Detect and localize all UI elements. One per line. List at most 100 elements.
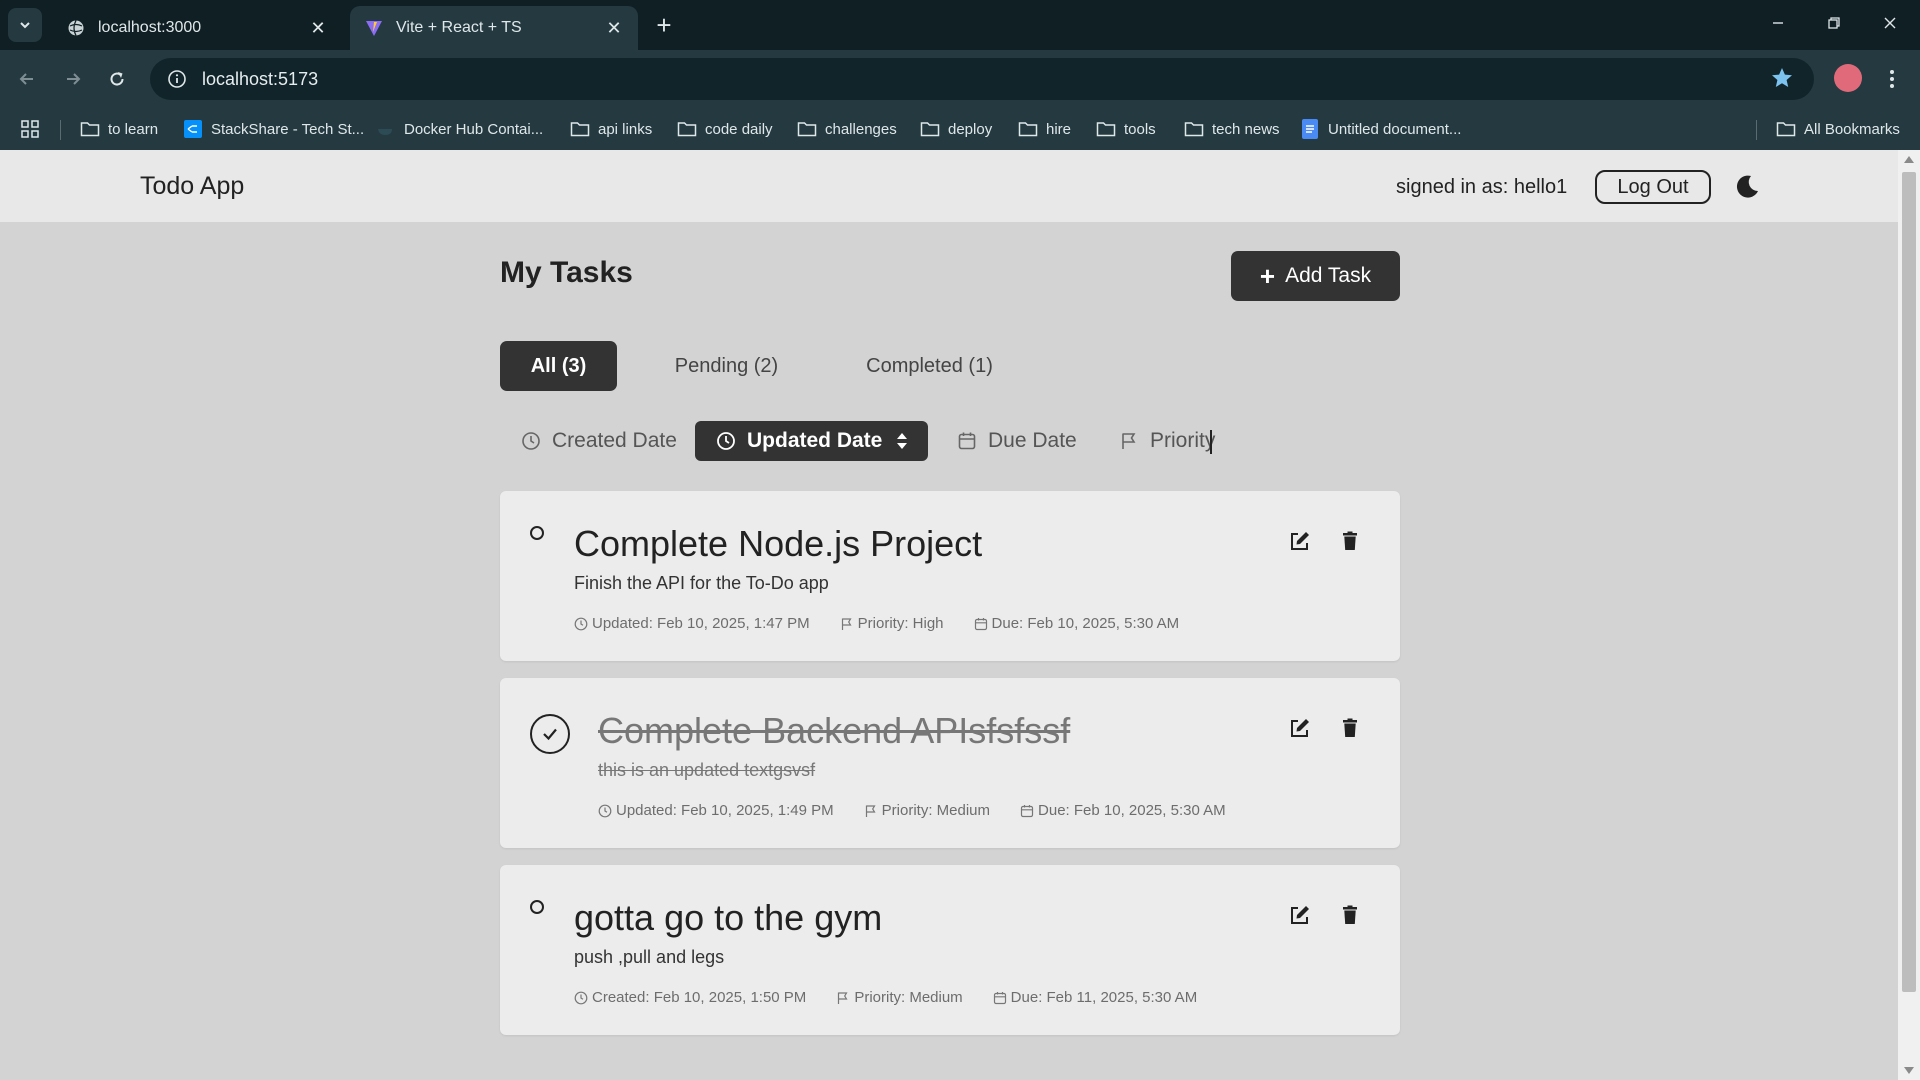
edit-icon <box>1291 532 1309 550</box>
bookmarks-divider <box>1756 120 1757 140</box>
filter-tab-all[interactable]: All (3) <box>500 341 617 391</box>
apps-grid-icon <box>21 120 39 138</box>
calendar-icon <box>993 991 1006 1004</box>
scroll-up-icon[interactable] <box>1904 156 1914 163</box>
folder-icon <box>1776 120 1796 138</box>
flag-icon <box>865 804 876 817</box>
delete-task-button[interactable] <box>1338 716 1362 740</box>
edit-task-button[interactable] <box>1288 903 1312 927</box>
bookmark-challenges[interactable]: challenges <box>797 116 897 142</box>
logout-button[interactable]: Log Out <box>1595 170 1711 204</box>
task-toggle-checkbox[interactable] <box>530 900 544 914</box>
bookmark-docker-hub[interactable]: Docker Hub Contai... <box>376 116 543 142</box>
add-task-label: Add Task <box>1285 264 1372 287</box>
sort-priority[interactable]: Priority <box>1118 421 1215 461</box>
app-brand[interactable]: Todo App <box>140 172 244 201</box>
clock-icon <box>574 617 588 630</box>
sort-due-date[interactable]: Due Date <box>956 421 1077 461</box>
bookmarks-divider <box>60 120 61 140</box>
calendar-icon <box>974 617 987 630</box>
bookmark-tech-news[interactable]: tech news <box>1184 116 1280 142</box>
calendar-icon <box>1020 804 1034 817</box>
profile-avatar[interactable] <box>1834 64 1862 92</box>
delete-task-button[interactable] <box>1338 529 1362 553</box>
theme-toggle-button[interactable] <box>1732 172 1762 202</box>
clock-icon <box>598 804 612 817</box>
sort-label: Priority <box>1150 429 1216 452</box>
folder-icon <box>797 120 817 138</box>
bookmark-star-icon[interactable] <box>1770 66 1796 92</box>
moon-icon <box>1736 175 1758 198</box>
bookmark-to-learn[interactable]: to learn <box>80 116 158 142</box>
edit-task-button[interactable] <box>1288 716 1312 740</box>
task-toggle-checkbox[interactable] <box>530 714 570 754</box>
tab-vite-react[interactable]: Vite + React + TS ✕ <box>350 6 638 50</box>
bookmark-label: code daily <box>705 120 773 138</box>
all-bookmarks-button[interactable]: All Bookmarks <box>1776 116 1900 142</box>
bookmark-code-daily[interactable]: code daily <box>677 116 773 142</box>
close-icon[interactable]: ✕ <box>308 18 328 38</box>
browser-menu-button[interactable] <box>1880 64 1904 94</box>
back-button[interactable] <box>10 62 44 96</box>
bookmark-label: to learn <box>108 120 159 138</box>
task-description: push ,pull and legs <box>574 947 725 967</box>
restore-button[interactable] <box>1806 0 1862 46</box>
window-close-button[interactable] <box>1862 0 1918 46</box>
chevron-down-icon <box>20 22 30 29</box>
filter-tab-completed[interactable]: Completed (1) <box>852 341 1007 391</box>
site-info-icon[interactable] <box>164 66 190 92</box>
bookmark-hire[interactable]: hire <box>1018 116 1071 142</box>
bookmark-tools[interactable]: tools <box>1096 116 1156 142</box>
tab-title: Vite + React + TS <box>396 19 522 36</box>
task-toggle-checkbox[interactable] <box>530 526 544 540</box>
text-cursor <box>1210 430 1212 454</box>
folder-icon <box>80 120 100 138</box>
tab-localhost-3000[interactable]: localhost:3000 ✕ <box>52 6 342 50</box>
bookmarks-bar: to learn StackShare - Tech St... Docker … <box>0 108 1920 150</box>
arrow-right-icon <box>67 73 81 85</box>
all-bookmarks-label: All Bookmarks <box>1804 120 1900 138</box>
scrollbar-thumb[interactable] <box>1902 172 1916 992</box>
bookmark-label: api links <box>598 120 653 138</box>
stackshare-icon <box>183 120 203 138</box>
globe-icon <box>66 18 86 38</box>
task-date: Updated: Feb 10, 2025, 1:49 PM <box>598 802 834 819</box>
add-task-button[interactable]: + Add Task <box>1231 251 1400 301</box>
bookmark-stackshare[interactable]: StackShare - Tech St... <box>183 116 364 142</box>
new-tab-button[interactable]: + <box>650 12 678 40</box>
sort-created-date[interactable]: Created Date <box>520 421 677 461</box>
minimize-button[interactable] <box>1750 0 1806 46</box>
address-bar[interactable]: localhost:5173 <box>150 58 1814 100</box>
minimize-icon <box>1773 22 1783 24</box>
bookmark-api-links[interactable]: api links <box>570 116 652 142</box>
task-priority: Priority: Medium <box>864 802 990 819</box>
delete-task-button[interactable] <box>1338 903 1362 927</box>
sort-label: Created Date <box>552 429 677 452</box>
forward-button[interactable] <box>56 62 90 96</box>
vite-logo-icon <box>364 18 384 38</box>
sort-updated-date[interactable]: Updated Date <box>695 421 929 461</box>
edit-task-button[interactable] <box>1288 529 1312 553</box>
task-card: Complete Node.js Project Finish the API … <box>500 491 1400 661</box>
filter-tab-pending[interactable]: Pending (2) <box>660 341 793 391</box>
reload-button[interactable] <box>100 62 134 96</box>
flag-icon <box>841 617 852 630</box>
close-icon[interactable]: ✕ <box>604 18 624 38</box>
flag-icon <box>1118 430 1140 452</box>
page-scrollbar[interactable] <box>1898 150 1920 1080</box>
clock-icon <box>715 430 737 452</box>
tab-search-button[interactable] <box>8 8 42 42</box>
url-text: localhost:5173 <box>202 68 319 89</box>
close-icon <box>1884 17 1896 29</box>
clock-icon <box>574 991 588 1004</box>
bookmark-label: challenges <box>825 120 897 138</box>
task-meta: Updated: Feb 10, 2025, 1:47 PM Priority:… <box>574 615 1209 632</box>
apps-button[interactable] <box>20 116 40 142</box>
task-description: Finish the API for the To-Do app <box>574 573 829 593</box>
signed-in-text: signed in as: hello1 <box>1396 176 1568 198</box>
bookmark-untitled-document[interactable]: Untitled document... <box>1300 116 1461 142</box>
folder-icon <box>570 120 590 138</box>
scroll-down-icon[interactable] <box>1904 1067 1914 1074</box>
bookmark-deploy[interactable]: deploy <box>920 116 992 142</box>
task-card: gotta go to the gym push ,pull and legs … <box>500 865 1400 1035</box>
